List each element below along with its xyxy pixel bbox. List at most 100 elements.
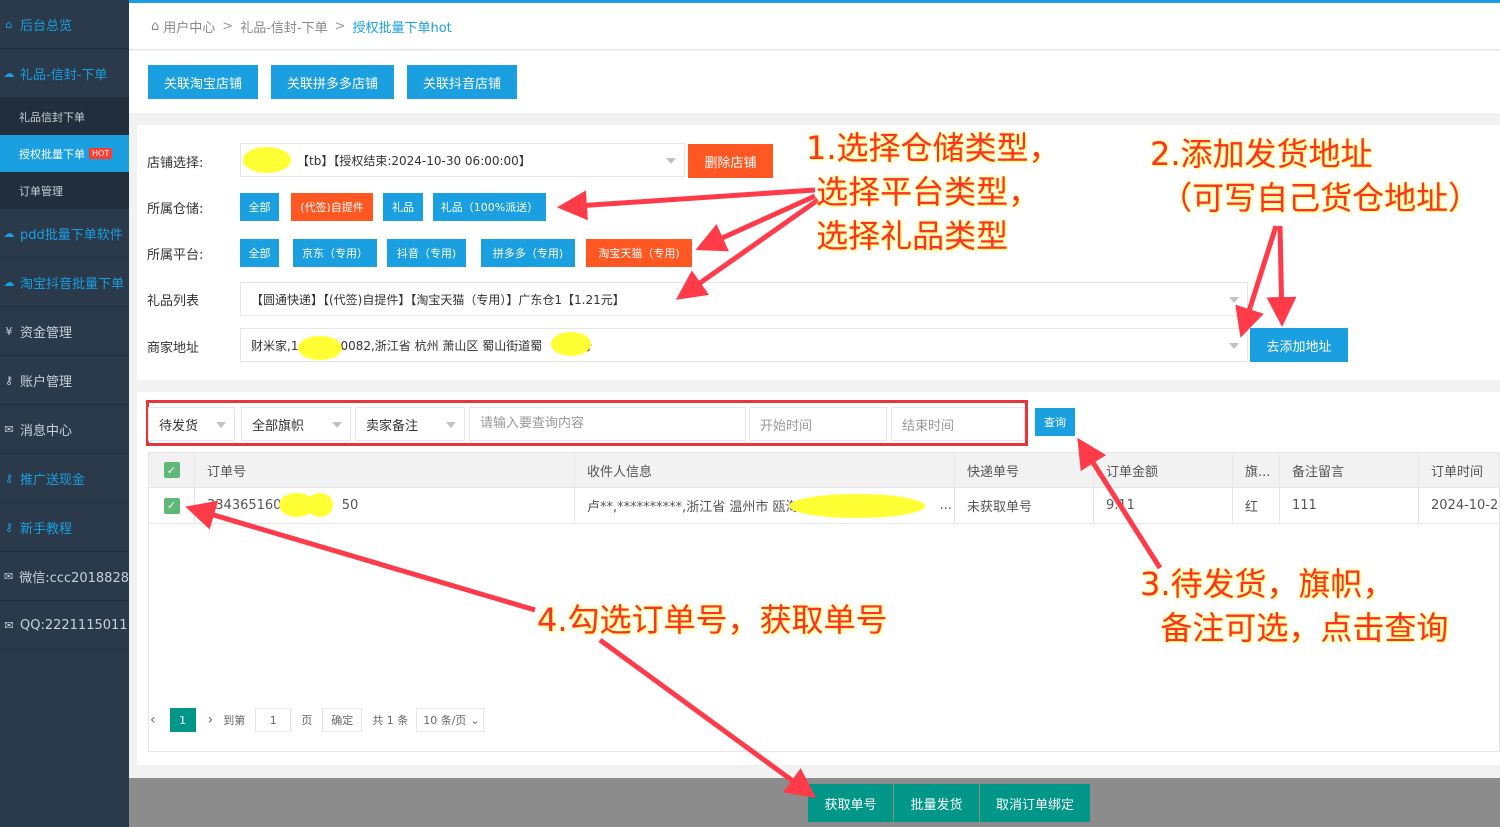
sidebar-item-funds[interactable]: ¥ 资金管理 [0,307,129,356]
sidebar-item-taobao-douyin[interactable]: ☁ 淘宝抖音批量下单 [0,258,129,307]
redaction-blob [307,493,333,517]
breadcrumb-separator: > [222,18,234,34]
page-size-select[interactable]: 10 条/页 ⌄ [416,708,485,732]
chevron-down-icon [1229,343,1239,349]
storage-tag-pickup[interactable]: (代签)自提件 [291,193,373,221]
sidebar-subitem-gift-envelope[interactable]: 礼品信封下单 [0,98,129,135]
goto-label: 到第 [223,714,246,727]
storage-label: 所属仓储: [147,202,204,217]
annotation-step1: 1.选择仓储类型， 选择平台类型， 选择礼品类型 [806,129,1061,255]
shop-label: 店铺选择: [147,156,204,171]
col-order-no: 订单号 [195,453,575,487]
platform-tag-tmall[interactable]: 淘宝天猫（专用) [586,239,692,267]
cell-flag: 红 [1233,488,1280,523]
redaction-blob [298,336,342,360]
page-unit: 页 [301,714,313,727]
gift-list-label: 礼品列表 [147,294,200,309]
breadcrumb-home[interactable]: 用户中心 [163,17,215,36]
keyword-input[interactable]: 请输入要查询内容 [469,407,746,441]
col-tracking: 快递单号 [955,453,1094,487]
shop-select[interactable]: 【tb】【授权结束:2024-10-30 06:00:00】 [240,143,685,177]
flag-select[interactable]: 全部旗帜 [241,407,351,441]
storage-tag-gift[interactable]: 礼品 [383,193,423,221]
col-order-time: 订单时间 [1419,453,1499,487]
cell-order-no: 3343651600 50 [195,488,575,523]
cell-remark: 111 [1280,488,1419,523]
annotation-step3: 3.待发货，旗帜， 备注可选，点击查询 [1140,565,1449,647]
sidebar-item-qq[interactable]: ✉ QQ:2221115011 [0,601,129,650]
sidebar: ⌂ 后台总览 ☁ 礼品-信封-下单 礼品信封下单 授权批量下单 HOT 订单管理 ☁ p… [0,0,129,827]
shop-select-value: 【tb】【授权结束:2024-10-30 06:00:00】 [297,153,531,168]
breadcrumb-current: 授权批量下单hot [352,20,452,36]
row-checkbox-cell[interactable]: ✓ [149,488,195,523]
sidebar-subitem-order-manage[interactable]: 订单管理 [0,172,129,209]
query-button[interactable]: 查询 [1035,408,1075,436]
storage-tag-all[interactable]: 全部 [240,193,279,221]
cell-tracking: 未获取单号 [955,488,1094,523]
platform-tag-pdd[interactable]: 拼多多（专用) [481,239,575,267]
breadcrumb-level2[interactable]: 礼品-信封-下单 [240,17,327,36]
check-icon[interactable]: ✓ [163,462,180,478]
sidebar-subitem-batch-order[interactable]: 授权批量下单 HOT [0,135,129,172]
unbind-order-button[interactable]: 取消订单绑定 [980,784,1090,822]
col-amount: 订单金额 [1094,453,1233,487]
chevron-down-icon [216,422,226,428]
home-icon: ⌂ [5,17,13,31]
sidebar-item-messages[interactable]: ✉ 消息中心 [0,405,129,454]
key-icon: ⚷ [4,520,14,534]
remark-select[interactable]: 卖家备注 [355,407,465,441]
filter-bar-highlight: 待发货 全部旗帜 卖家备注 请输入要查询内容 开始时间 结束时间 [146,400,1028,446]
storage-tag-gift-100[interactable]: 礼品（100%派送） [433,193,546,221]
chevron-right-icon[interactable]: › [208,712,214,728]
total-count: 共 1 条 [372,714,409,727]
delete-shop-button[interactable]: 删除店铺 [688,144,773,178]
table-header: ✓ 订单号 收件人信息 快递单号 订单金额 旗... 备注留言 订单时间 [149,453,1499,488]
hot-badge: HOT [89,148,113,159]
bottom-action-bar: 获取单号 批量发货 取消订单绑定 [129,778,1500,827]
chevron-left-icon[interactable]: ‹ [150,712,156,728]
yen-icon: ¥ [5,324,13,338]
redaction-blob [551,332,591,356]
end-time-input[interactable]: 结束时间 [891,407,1025,441]
key-icon: ⚷ [4,373,14,387]
page-confirm-button[interactable]: 确定 [322,708,363,732]
get-tracking-button[interactable]: 获取单号 [808,784,893,822]
col-flag: 旗... [1233,453,1280,487]
chevron-down-icon: ⌄ [470,713,480,727]
sidebar-item-overview[interactable]: ⌂ 后台总览 [0,0,129,49]
breadcrumb-separator: > [334,18,346,34]
add-address-button[interactable]: 去添加地址 [1250,328,1348,362]
link-pdd-button[interactable]: 关联拼多多店铺 [271,65,394,99]
chevron-down-icon [332,422,342,428]
batch-ship-button[interactable]: 批量发货 [894,784,979,822]
select-all-cell[interactable]: ✓ [149,453,195,487]
status-select[interactable]: 待发货 [148,407,235,441]
platform-tag-all[interactable]: 全部 [240,239,279,267]
sidebar-item-wechat[interactable]: ✉ 微信:ccc2018828 [0,552,129,601]
address-select[interactable]: 财米家,1 0082,浙江省 杭州 萧山区 蜀山街道蜀 号 [240,328,1248,362]
platform-tag-douyin[interactable]: 抖音（专用) [387,239,466,267]
sidebar-item-tutorial[interactable]: ⚷ 新手教程 [0,503,129,552]
page-current[interactable]: 1 [169,708,196,732]
sidebar-item-gift-order[interactable]: ☁ 礼品-信封-下单 [0,49,129,98]
breadcrumb: ⌂ 用户中心 > 礼品-信封-下单 > 授权批量下单hot [129,3,1500,50]
cell-order-time: 2024-10-26 [1419,488,1499,523]
cloud-icon: ☁ [3,226,15,240]
annotation-step4: 4.勾选订单号，获取单号 [537,601,888,639]
address-value-part1: 财米家,1 [251,338,299,353]
platform-label: 所属平台: [147,248,204,263]
check-icon[interactable]: ✓ [163,497,180,514]
mail-icon: ✉ [4,618,14,632]
home-icon: ⌂ [151,18,160,34]
sidebar-item-pdd[interactable]: ☁ pdd批量下单软件 [0,209,129,258]
sidebar-item-referral[interactable]: ⚷ 推广送现金 [0,454,129,503]
mail-icon: ✉ [4,569,14,583]
address-label: 商家地址 [147,341,200,356]
link-taobao-button[interactable]: 关联淘宝店铺 [148,65,258,99]
start-time-input[interactable]: 开始时间 [749,407,887,441]
platform-tag-jd[interactable]: 京东（专用） [293,239,377,267]
sidebar-item-account[interactable]: ⚷ 账户管理 [0,356,129,405]
page-input[interactable]: 1 [255,708,292,732]
link-douyin-button[interactable]: 关联抖音店铺 [407,65,517,99]
gift-list-select[interactable]: 【圆通快递】【(代签)自提件】【淘宝天猫（专用）】广东仓1【1.21元】 [240,282,1248,316]
